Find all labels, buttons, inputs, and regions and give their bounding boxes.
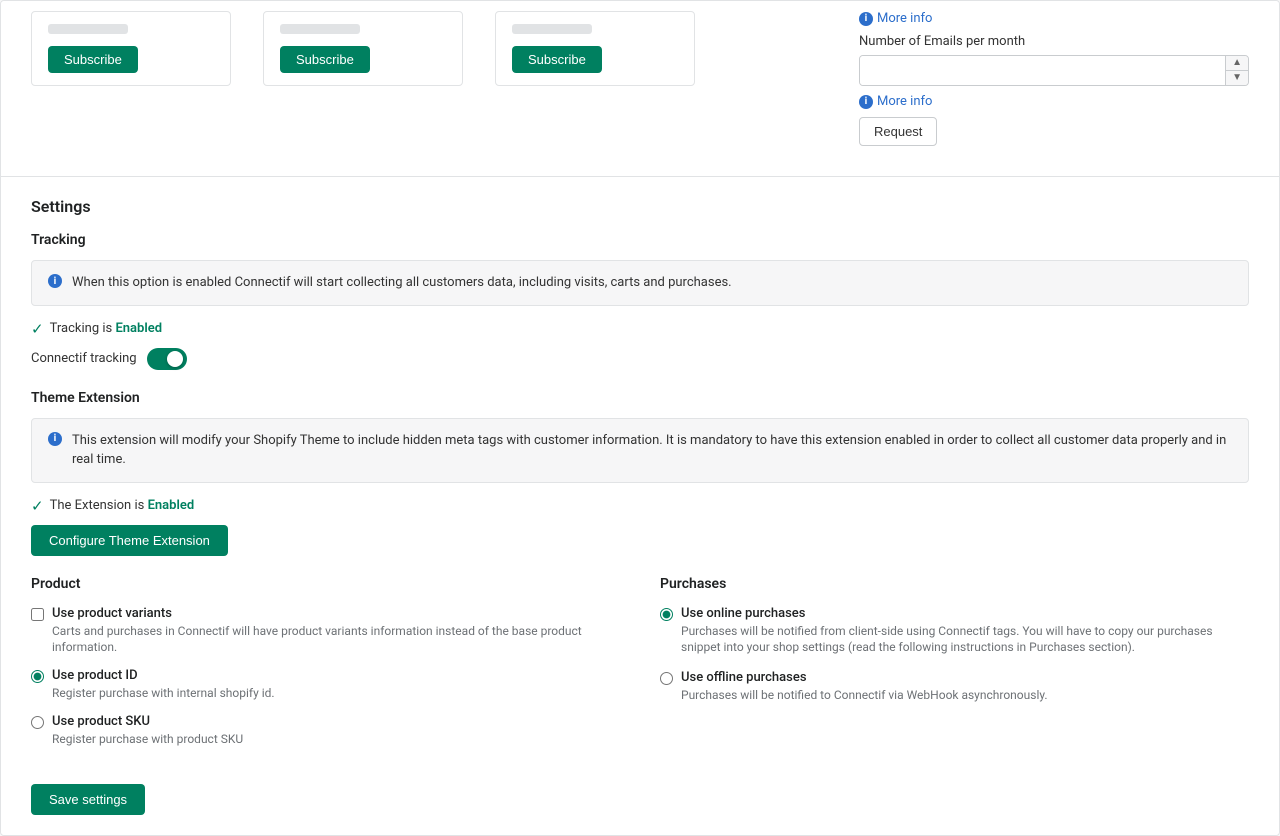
tracking-info-text: When this option is enabled Connectif wi… [72,273,732,293]
tracking-check-icon: ✓ [31,320,44,338]
product-sku-main-text: Use product SKU [52,714,243,729]
offline-purchases-label[interactable]: Use offline purchases Purchases will be … [660,670,1249,704]
subscribe-button-1[interactable]: Subscribe [48,46,138,73]
theme-extension-info-banner: i This extension will modify your Shopif… [31,418,1249,483]
offline-purchases-option: Use offline purchases Purchases will be … [660,670,1249,704]
offline-purchases-sub-text: Purchases will be notified to Connectif … [681,687,1048,704]
tracking-toggle-thumb [167,351,183,367]
product-id-text: Use product ID Register purchase with in… [52,668,275,702]
subscription-card-3: Subscribe [495,11,695,86]
product-id-sub-text: Register purchase with internal shopify … [52,685,275,702]
online-purchases-radio[interactable] [660,608,673,621]
tracking-toggle[interactable] [147,348,187,370]
tracking-info-banner: i When this option is enabled Connectif … [31,260,1249,306]
theme-extension-section: Theme Extension i This extension will mo… [31,390,1249,556]
more-info-top-label: More info [877,11,932,26]
theme-extension-title: Theme Extension [31,390,1249,406]
subscription-card-2: Subscribe [263,11,463,86]
product-sku-radio[interactable] [31,716,44,729]
more-info-bottom-icon: i [859,95,873,109]
tracking-status-row: ✓ Tracking is Enabled [31,320,1249,338]
settings-title: Settings [31,197,1249,216]
settings-section: Settings Tracking i When this option is … [1,197,1279,835]
emails-input[interactable] [860,56,1225,85]
more-info-bottom-link[interactable]: i More info [859,94,1249,109]
online-purchases-sub-text: Purchases will be notified from client-s… [681,623,1249,657]
offline-purchases-radio[interactable] [660,672,673,685]
price-bar-2 [280,24,360,34]
product-variants-checkbox[interactable] [31,608,44,621]
spinner-down-button[interactable]: ▼ [1226,71,1248,85]
tracking-toggle-label: Connectif tracking [31,351,137,366]
more-info-top-link[interactable]: i More info [859,11,1249,26]
product-id-label[interactable]: Use product ID Register purchase with in… [31,668,620,702]
configure-theme-extension-button[interactable]: Configure Theme Extension [31,525,228,556]
tracking-section: Tracking i When this option is enabled C… [31,232,1249,370]
product-id-main-text: Use product ID [52,668,275,683]
subscribe-button-2[interactable]: Subscribe [280,46,370,73]
online-purchases-option: Use online purchases Purchases will be n… [660,606,1249,657]
purchases-column: Purchases Use online purchases Purchases… [660,576,1249,760]
emails-panel: i More info Number of Emails per month ▲… [859,11,1249,156]
request-button[interactable]: Request [859,117,937,146]
product-variants-sub-text: Carts and purchases in Connectif will ha… [52,623,620,657]
theme-extension-status-row: ✓ The Extension is Enabled [31,497,1249,515]
price-bar-3 [512,24,592,34]
theme-extension-info-text: This extension will modify your Shopify … [72,431,1232,470]
product-column: Product Use product variants Carts and p… [31,576,620,760]
product-sku-sub-text: Register purchase with product SKU [52,731,243,748]
product-title: Product [31,576,620,592]
product-id-option: Use product ID Register purchase with in… [31,668,620,702]
save-settings-button[interactable]: Save settings [31,784,145,815]
price-bar-1 [48,24,128,34]
product-variants-option: Use product variants Carts and purchases… [31,606,620,657]
online-purchases-main-text: Use online purchases [681,606,1249,621]
tracking-title: Tracking [31,232,1249,248]
product-variants-main-text: Use product variants [52,606,620,621]
offline-purchases-main-text: Use offline purchases [681,670,1048,685]
section-divider [1,176,1279,177]
online-purchases-label[interactable]: Use online purchases Purchases will be n… [660,606,1249,657]
tracking-status-text: Tracking is Enabled [50,321,162,336]
emails-label: Number of Emails per month [859,34,1249,49]
theme-extension-check-icon: ✓ [31,497,44,515]
more-info-top-icon: i [859,12,873,26]
product-sku-option: Use product SKU Register purchase with p… [31,714,620,748]
product-sku-text: Use product SKU Register purchase with p… [52,714,243,748]
online-purchases-text: Use online purchases Purchases will be n… [681,606,1249,657]
purchases-title: Purchases [660,576,1249,592]
theme-extension-status-text: The Extension is Enabled [50,498,195,513]
tracking-info-icon: i [48,274,62,288]
product-id-radio[interactable] [31,670,44,683]
emails-input-wrapper: ▲ ▼ [859,55,1249,86]
more-info-bottom-label: More info [877,94,932,109]
tracking-toggle-row: Connectif tracking [31,348,1249,370]
subscribe-button-3[interactable]: Subscribe [512,46,602,73]
product-sku-label[interactable]: Use product SKU Register purchase with p… [31,714,620,748]
subscription-card-1: Subscribe [31,11,231,86]
product-variants-label[interactable]: Use product variants Carts and purchases… [31,606,620,657]
offline-purchases-text: Use offline purchases Purchases will be … [681,670,1048,704]
theme-extension-info-icon: i [48,432,62,446]
product-variants-text: Use product variants Carts and purchases… [52,606,620,657]
product-purchases-row: Product Use product variants Carts and p… [31,576,1249,760]
spinner-buttons: ▲ ▼ [1225,56,1248,85]
tracking-toggle-track [147,348,187,370]
spinner-up-button[interactable]: ▲ [1226,56,1248,71]
